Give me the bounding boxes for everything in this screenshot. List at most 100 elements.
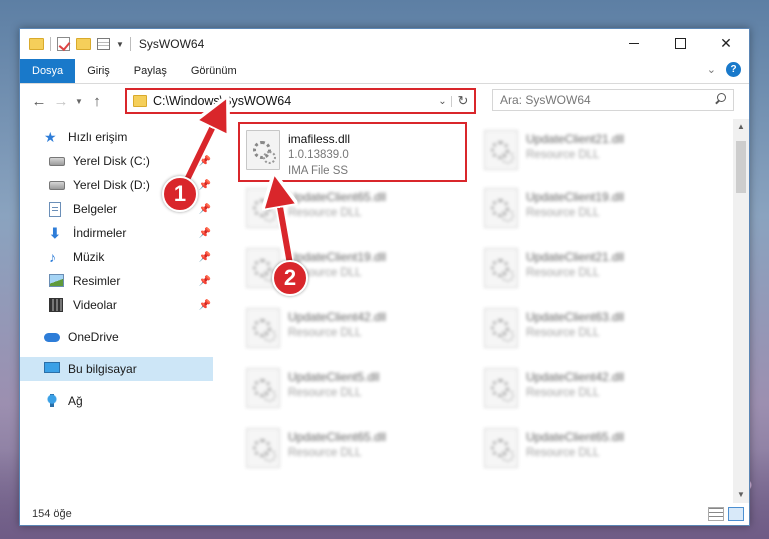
close-button[interactable]: ✕ [703, 29, 749, 58]
dll-file-icon [246, 428, 280, 468]
address-path[interactable]: C:\Windows\SysWOW64 [153, 94, 434, 108]
file-tile-imafiless[interactable]: imafiless.dll 1.0.13839.0 IMA File SS [238, 122, 467, 182]
search-input[interactable]: Ara: SysWOW64 [492, 89, 734, 111]
file-description: Resource DLL [288, 447, 362, 459]
large-icons-view-icon[interactable] [728, 507, 744, 521]
file-description: IMA File SS [288, 165, 349, 177]
file-name: UpdateClient21.dll [526, 250, 625, 264]
pin-icon[interactable]: 📌 [199, 228, 211, 239]
view-toggle [708, 507, 744, 521]
details-view-icon[interactable] [708, 507, 724, 521]
file-tile[interactable]: UpdateClient42.dll Resource DLL [240, 302, 465, 360]
back-arrow-icon[interactable]: ← [28, 93, 50, 110]
pin-icon[interactable]: 📌 [199, 300, 211, 311]
sidebar-item-label: Videolar [73, 298, 117, 312]
title-bar: ▼ SysWOW64 ✕ [20, 29, 749, 59]
file-tile[interactable]: UpdateClient5.dll Resource DLL [240, 362, 465, 420]
file-tile[interactable]: UpdateClient65.dll Resource DLL [478, 422, 703, 480]
file-name: UpdateClient42.dll [288, 310, 387, 324]
file-tile[interactable]: UpdateClient65.dll Resource DLL [240, 422, 465, 480]
forward-arrow-icon[interactable]: → [50, 93, 72, 110]
sidebar-item-pictures[interactable]: Resimler 📌 [20, 269, 213, 293]
dll-file-icon [484, 428, 518, 468]
file-name: UpdateClient5.dll [288, 370, 380, 384]
dll-file-icon [246, 130, 280, 170]
sidebar-item-downloads[interactable]: ⬇ İndirmeler 📌 [20, 221, 213, 245]
folder-icon [29, 38, 44, 50]
sidebar-item-label: İndirmeler [73, 226, 127, 240]
file-tile[interactable]: UpdateClient19.dll Resource DLL [478, 182, 703, 240]
tab-view[interactable]: Görünüm [179, 59, 249, 83]
pin-icon[interactable]: 📌 [199, 156, 211, 167]
sidebar-item-music[interactable]: ♪ Müzik 📌 [20, 245, 213, 269]
scroll-thumb[interactable] [736, 141, 746, 193]
drive-icon [49, 154, 65, 168]
sidebar-item-onedrive[interactable]: OneDrive [20, 325, 213, 349]
network-icon [44, 394, 60, 408]
customize-toolbar-icon[interactable]: ▼ [116, 40, 124, 49]
maximize-button[interactable] [657, 29, 703, 58]
sidebar-item-label: Resimler [73, 274, 121, 288]
callout-badge-1: 1 [162, 176, 198, 212]
vertical-scrollbar[interactable]: ▲ ▼ [733, 119, 749, 503]
tab-share[interactable]: Paylaş [122, 59, 179, 83]
address-dropdown-chevron-icon[interactable]: ⌄ [434, 95, 452, 107]
file-name: imafiless.dll [288, 132, 351, 146]
recent-locations-chevron-icon[interactable]: ▼ [72, 97, 86, 106]
file-name: UpdateClient65.dll [288, 430, 387, 444]
dll-file-icon [484, 248, 518, 288]
content-area: ★ Hızlı erişim Yerel Disk (C:) 📌 Yerel D… [20, 119, 749, 503]
star-icon: ★ [44, 129, 57, 145]
new-folder-icon[interactable] [76, 38, 91, 50]
dll-file-icon [484, 188, 518, 228]
properties-icon[interactable] [97, 38, 110, 50]
file-tile[interactable]: UpdateClient21.dll Resource DLL [478, 124, 703, 182]
folder-icon [133, 95, 147, 107]
sidebar-item-videos[interactable]: Videolar 📌 [20, 293, 213, 317]
file-list: imafiless.dll 1.0.13839.0 IMA File SS Up… [213, 119, 749, 503]
sidebar-item-label: Bu bilgisayar [68, 362, 137, 376]
ribbon-tabs: Dosya Giriş Paylaş Görünüm ⌄ ? [20, 59, 749, 83]
toolbar-divider [50, 37, 51, 51]
pin-icon[interactable]: 📌 [199, 180, 211, 191]
toolbar-divider [129, 37, 131, 51]
expand-ribbon-chevron-icon[interactable]: ⌄ [707, 63, 716, 76]
search-icon[interactable] [711, 91, 729, 109]
file-tile[interactable]: UpdateClient42.dll Resource DLL [478, 362, 703, 420]
pin-icon[interactable]: 📌 [199, 276, 211, 287]
file-description: Resource DLL [526, 149, 600, 161]
refresh-icon[interactable]: ↻ [452, 93, 474, 109]
file-name: UpdateClient21.dll [526, 132, 625, 146]
file-tile[interactable]: UpdateClient65.dll Resource DLL [240, 182, 465, 240]
file-tile[interactable]: UpdateClient63.dll Resource DLL [478, 302, 703, 360]
scroll-down-arrow-icon[interactable]: ▼ [733, 487, 749, 503]
quick-access-toolbar: ▼ [20, 37, 131, 51]
sidebar-item-label: Hızlı erişim [68, 130, 128, 144]
window-controls: ✕ [611, 29, 749, 58]
pin-icon[interactable]: 📌 [199, 204, 211, 215]
sidebar-item-local-disk-c[interactable]: Yerel Disk (C:) 📌 [20, 149, 213, 173]
minimize-button[interactable] [611, 29, 657, 58]
address-bar[interactable]: C:\Windows\SysWOW64 ⌄ ↻ [125, 88, 476, 114]
pin-icon[interactable]: 📌 [199, 252, 211, 263]
file-version: 1.0.13839.0 [288, 149, 349, 161]
file-name: UpdateClient63.dll [526, 310, 625, 324]
tab-file[interactable]: Dosya [20, 59, 76, 83]
sidebar-item-quick-access[interactable]: ★ Hızlı erişim [20, 125, 213, 149]
dll-file-icon [484, 308, 518, 348]
scroll-up-arrow-icon[interactable]: ▲ [733, 119, 749, 135]
download-icon: ⬇ [49, 225, 61, 241]
properties-check-icon[interactable] [57, 37, 70, 51]
file-tile[interactable]: UpdateClient21.dll Resource DLL [478, 242, 703, 300]
up-arrow-icon[interactable]: ↑ [86, 93, 108, 110]
file-name: UpdateClient65.dll [288, 190, 387, 204]
ribbon-right-controls: ⌄ ? [707, 62, 741, 77]
sidebar-item-label: Yerel Disk (C:) [73, 154, 150, 168]
tab-home[interactable]: Giriş [75, 59, 122, 83]
file-description: Resource DLL [288, 327, 362, 339]
sidebar-item-network[interactable]: Ağ [20, 389, 213, 413]
dll-file-icon [484, 130, 518, 170]
help-icon[interactable]: ? [726, 62, 741, 77]
sidebar-item-this-pc[interactable]: Bu bilgisayar [20, 357, 213, 381]
